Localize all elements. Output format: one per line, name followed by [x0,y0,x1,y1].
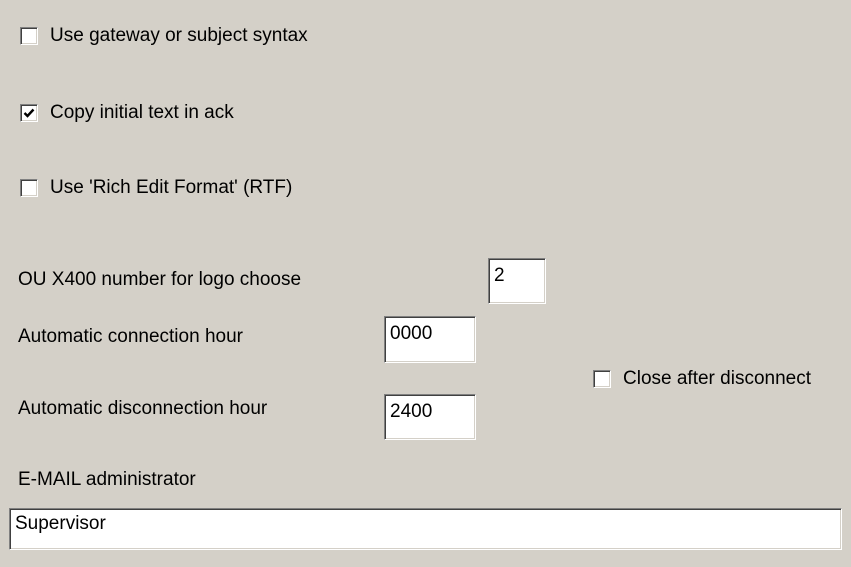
gateway-syntax-checkbox[interactable] [20,27,38,45]
email-admin-label: E-MAIL administrator [18,469,196,490]
disconnection-hour-field[interactable]: 2400 [384,394,476,440]
rich-edit-format-option[interactable]: Use 'Rich Edit Format' (RTF) [20,175,292,201]
rich-edit-format-checkbox[interactable] [20,179,38,197]
ou-x400-field[interactable]: 2 [488,258,546,304]
checkmark-icon [23,108,35,118]
settings-panel: Use gateway or subject syntax Copy initi… [0,0,851,567]
connection-hour-label: Automatic connection hour [18,326,243,347]
copy-initial-text-checkbox[interactable] [20,104,38,122]
close-after-disconnect-option[interactable]: Close after disconnect [593,366,811,392]
gateway-syntax-option[interactable]: Use gateway or subject syntax [20,23,308,49]
connection-hour-field[interactable]: 0000 [384,316,476,363]
close-after-disconnect-label: Close after disconnect [623,368,811,389]
gateway-syntax-label: Use gateway or subject syntax [50,25,308,46]
rich-edit-format-label: Use 'Rich Edit Format' (RTF) [50,177,293,198]
copy-initial-text-label: Copy initial text in ack [50,102,234,123]
email-admin-field[interactable]: Supervisor [9,508,842,550]
disconnection-hour-label: Automatic disconnection hour [18,398,268,419]
ou-x400-label: OU X400 number for logo choose [18,269,302,290]
close-after-disconnect-checkbox[interactable] [593,370,611,388]
copy-initial-text-option[interactable]: Copy initial text in ack [20,100,234,126]
